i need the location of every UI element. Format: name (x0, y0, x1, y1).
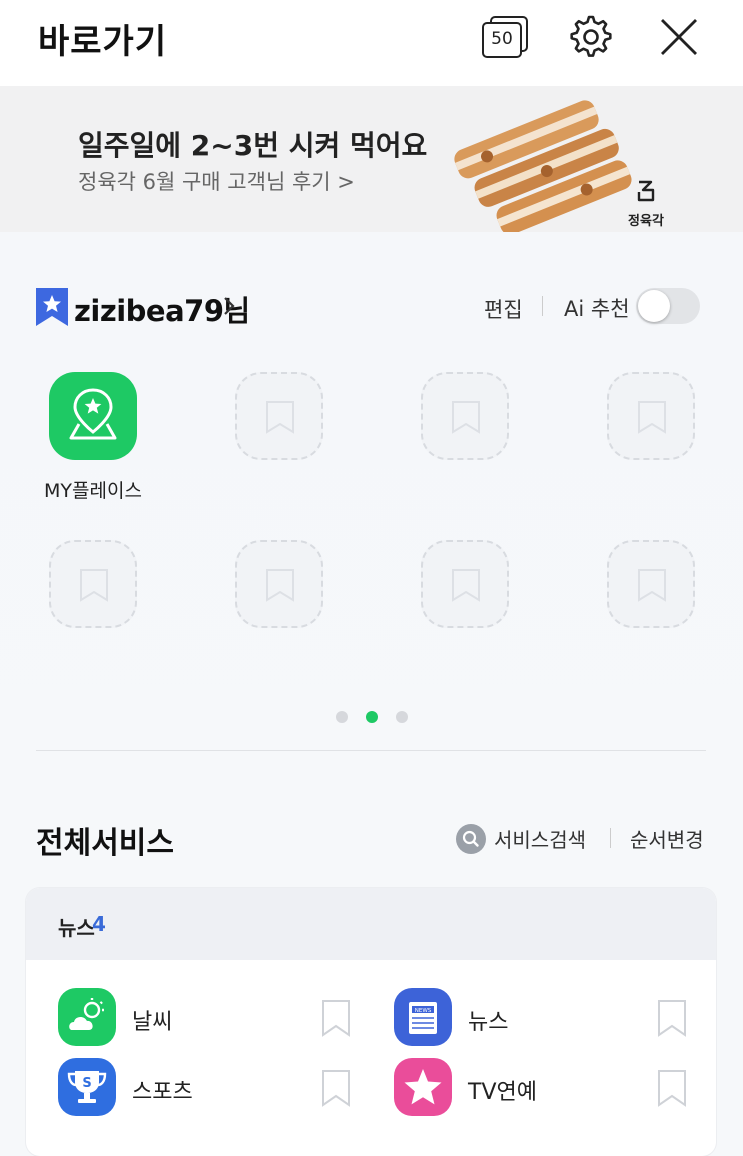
search-icon[interactable] (456, 824, 486, 854)
bookmark-outline-icon (266, 569, 294, 602)
page-indicator (334, 710, 410, 724)
close-button[interactable] (658, 16, 700, 58)
empty-favorite-slot[interactable] (235, 540, 323, 628)
category-label: 뉴스 (58, 916, 95, 940)
separator (542, 296, 543, 316)
bookmark-outline-icon (80, 569, 108, 602)
bookmark-outline-icon (452, 401, 480, 434)
service-item-weather[interactable]: 날씨 (58, 988, 388, 1048)
banner-title: 일주일에 2~3번 시켜 먹어요 (78, 129, 428, 162)
gear-icon (570, 15, 612, 57)
service-name: 뉴스 (468, 1010, 509, 1035)
service-category-card: 뉴스 4 날씨 NEWS 뉴스 S 스포츠 TV연예 (26, 888, 716, 1156)
weather-icon (58, 988, 116, 1046)
close-icon (661, 19, 697, 55)
brand-logo: 정육각 (626, 178, 666, 229)
toggle-knob (638, 290, 670, 322)
brand-logo-icon (637, 180, 655, 202)
app-my-place-label: MY플레이스 (44, 480, 142, 502)
service-item-tv-entertainment[interactable]: TV연예 (394, 1058, 716, 1118)
empty-favorite-slot[interactable] (235, 372, 323, 460)
bookmark-outline-icon (266, 401, 294, 434)
ad-banner[interactable]: 일주일에 2~3번 시켜 먹어요 정육각 6월 구매 고객님 후기 > 정육각 (0, 86, 743, 232)
service-name: 날씨 (132, 1010, 173, 1035)
settings-button[interactable] (566, 14, 612, 60)
page-dot[interactable] (336, 711, 348, 723)
banner-subtitle: 정육각 6월 구매 고객님 후기 > (78, 170, 355, 194)
header: 바로가기 50 (0, 0, 743, 86)
page-dot[interactable] (396, 711, 408, 723)
bookmark-outline-icon (638, 569, 666, 602)
service-search-button[interactable]: 서비스검색 (494, 824, 586, 853)
page-title: 바로가기 (38, 22, 168, 62)
tab-count-button[interactable]: 50 (482, 16, 528, 58)
all-services-title: 전체서비스 (36, 826, 174, 861)
service-name: 스포츠 (132, 1080, 193, 1105)
ai-recommend-label: Ai 추천 (564, 297, 630, 321)
bookmark-outline-icon[interactable] (320, 1068, 352, 1108)
tab-count-value: 50 (482, 22, 522, 58)
service-item-news[interactable]: NEWS 뉴스 (394, 988, 716, 1048)
empty-favorite-slot[interactable] (421, 372, 509, 460)
svg-text:NEWS: NEWS (415, 1008, 432, 1014)
bookmark-outline-icon[interactable] (656, 998, 688, 1038)
map-pin-star-icon (69, 388, 117, 440)
bookmark-outline-icon (452, 569, 480, 602)
service-name: TV연예 (468, 1080, 537, 1105)
chevron-right-icon (224, 297, 235, 315)
empty-favorite-slot[interactable] (607, 372, 695, 460)
service-item-sports[interactable]: S 스포츠 (58, 1058, 388, 1118)
news-icon: NEWS (394, 988, 452, 1046)
empty-favorite-slot[interactable] (49, 540, 137, 628)
empty-favorite-slot[interactable] (607, 540, 695, 628)
ai-recommend-toggle[interactable] (636, 288, 700, 324)
page-dot-active[interactable] (366, 711, 378, 723)
star-icon (394, 1058, 452, 1116)
bookmark-outline-icon[interactable] (320, 998, 352, 1038)
favorites-header: zizibea79님 편집 Ai 추천 (36, 284, 706, 328)
bookmark-outline-icon (638, 401, 666, 434)
brand-logo-text: 정육각 (628, 214, 664, 229)
edit-button[interactable]: 편집 (484, 294, 523, 324)
empty-favorite-slot[interactable] (421, 540, 509, 628)
category-count: 4 (92, 912, 106, 936)
section-divider (36, 750, 706, 751)
bookmark-outline-icon[interactable] (656, 1068, 688, 1108)
sports-trophy-icon: S (58, 1058, 116, 1116)
pork-belly-image (454, 100, 632, 232)
app-my-place[interactable] (49, 372, 137, 460)
reorder-button[interactable]: 순서변경 (630, 824, 704, 853)
category-header: 뉴스 4 (26, 888, 716, 960)
svg-text:S: S (82, 1076, 91, 1091)
bookmark-star-icon (36, 288, 68, 326)
separator (610, 828, 611, 848)
